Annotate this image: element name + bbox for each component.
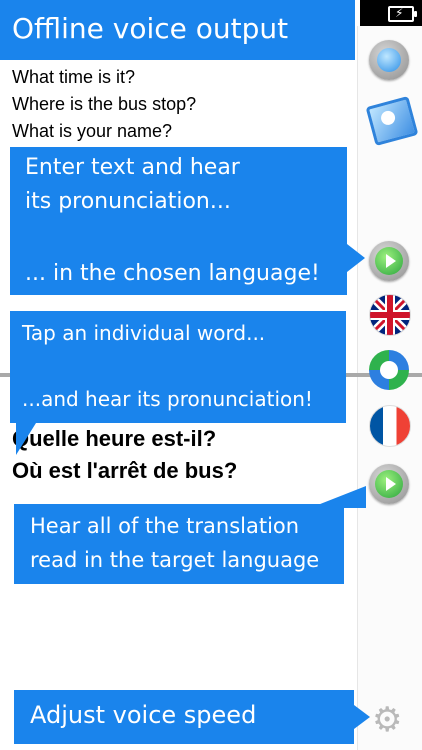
callout-tap-word: Tap an individual word... ...and hear it… <box>10 311 346 423</box>
callout-enter-text-tail <box>347 244 365 272</box>
callout-hear-all-line-2: read in the target language <box>30 548 320 572</box>
callout-hear-all: Hear all of the translation read in the … <box>14 504 344 584</box>
play-icon[interactable] <box>369 464 409 504</box>
callout-enter-text-line-2: its pronunciation... <box>25 189 231 214</box>
callout-tap-word-line-1: Tap an individual word... <box>22 321 266 345</box>
record-button-icon[interactable] <box>369 40 409 80</box>
swap-languages-icon[interactable] <box>369 350 409 390</box>
callout-tap-word-line-2: ...and hear its pronunciation! <box>22 387 313 411</box>
callout-enter-text-line-3: ... in the chosen language! <box>25 261 320 286</box>
source-text-line-1[interactable]: What time is it? <box>12 67 135 88</box>
callout-adjust-speed: Adjust voice speed <box>14 690 354 744</box>
callout-tap-word-tail <box>16 423 36 455</box>
callout-adjust-speed-tail <box>354 705 370 729</box>
callout-enter-text-line-1: Enter text and hear <box>25 155 240 180</box>
callout-hear-all-tail <box>310 486 366 508</box>
status-bar: ⚡ <box>360 0 422 26</box>
title-banner: Offline voice output <box>0 0 355 60</box>
battery-icon: ⚡ <box>388 6 417 22</box>
france-flag-icon[interactable] <box>369 405 411 447</box>
uk-flag-icon[interactable] <box>369 294 411 336</box>
target-text-line-2[interactable]: Où est l'arrêt de bus? <box>12 458 237 484</box>
callout-enter-text: Enter text and hear its pronunciation...… <box>10 147 347 295</box>
source-text-line-2[interactable]: Where is the bus stop? <box>12 94 196 115</box>
gear-icon[interactable]: ⚙ <box>372 703 402 737</box>
callout-adjust-speed-line-1: Adjust voice speed <box>30 701 257 729</box>
target-text-line-1[interactable]: Quelle heure est-il? <box>12 426 216 452</box>
source-text-line-3[interactable]: What is your name? <box>12 121 172 142</box>
play-icon[interactable] <box>369 241 409 281</box>
callout-hear-all-line-1: Hear all of the translation <box>30 514 300 538</box>
page-title: Offline voice output <box>12 12 289 45</box>
